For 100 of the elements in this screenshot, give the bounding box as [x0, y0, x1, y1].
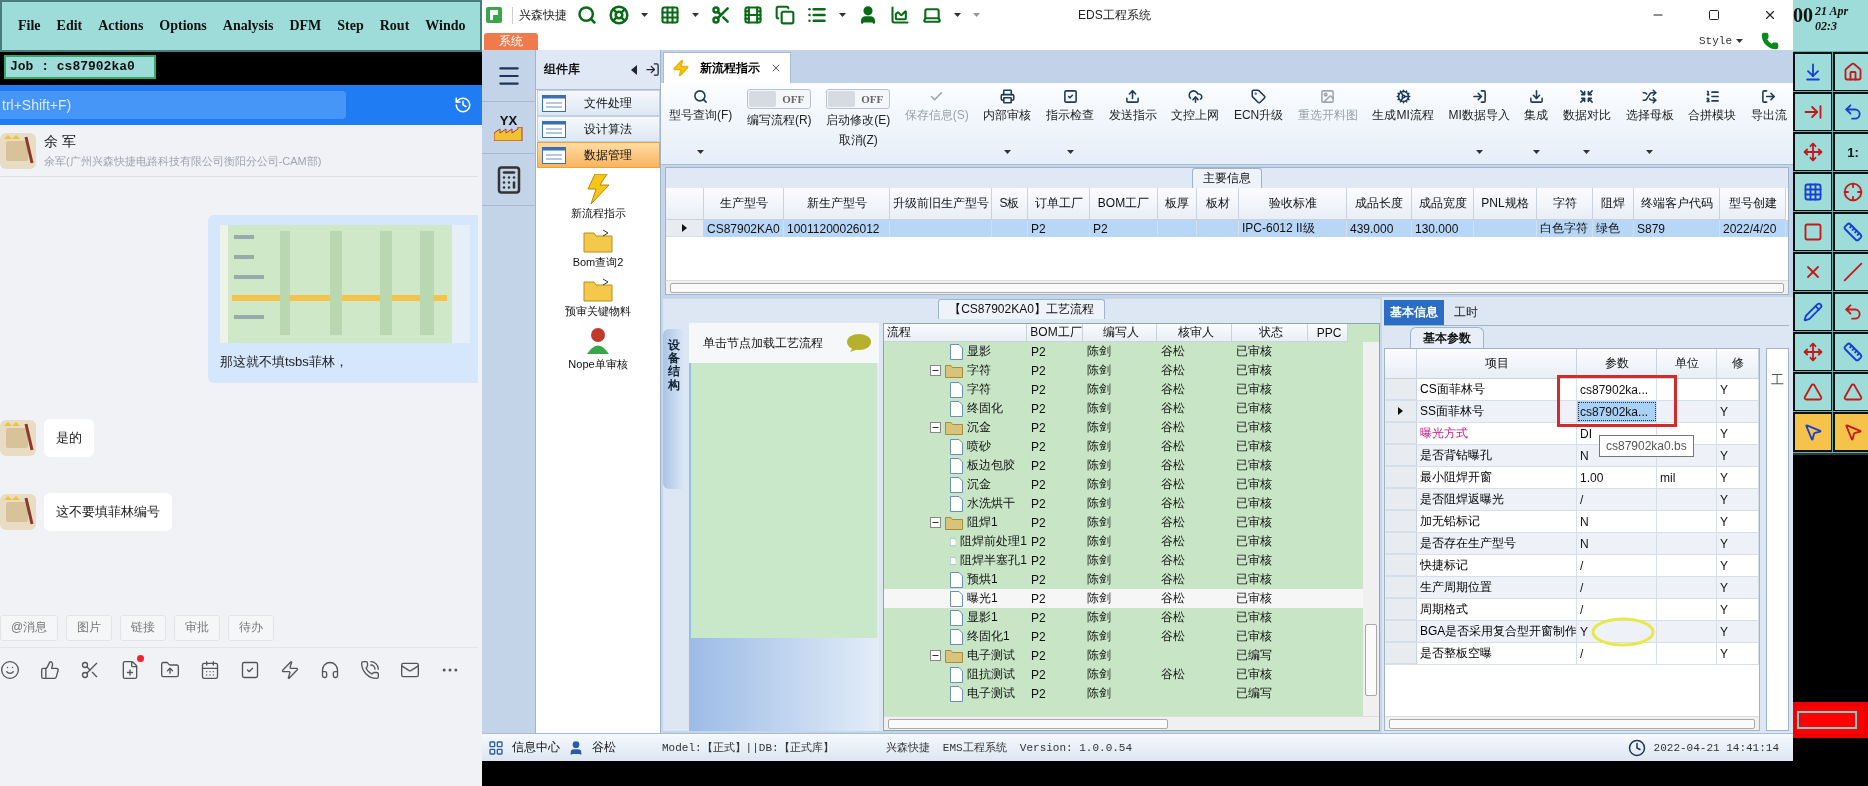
- column-header[interactable]: S板: [992, 188, 1028, 220]
- smile-icon[interactable]: [0, 660, 20, 680]
- tree-row[interactable]: 曝光1 P2 陈剑 谷松 已审核: [884, 589, 1363, 608]
- mail-icon[interactable]: [400, 660, 420, 680]
- scissors-icon[interactable]: [80, 660, 100, 680]
- laptop-icon[interactable]: [922, 5, 942, 25]
- table-cell[interactable]: /: [1577, 555, 1657, 576]
- horizontal-scrollbar[interactable]: [1385, 716, 1759, 730]
- tool-button[interactable]: [1833, 212, 1868, 252]
- table-cell[interactable]: cs87902ka...: [1577, 401, 1657, 422]
- lightning-icon[interactable]: [280, 660, 300, 680]
- menu-item[interactable]: Analysis: [222, 18, 274, 34]
- nav-item[interactable]: 文件处理: [537, 90, 660, 116]
- tool-button[interactable]: [1793, 212, 1833, 252]
- phone-icon[interactable]: [1761, 32, 1779, 50]
- ribbon-button[interactable]: ECN升级: [1229, 87, 1288, 126]
- collapse-icon[interactable]: [930, 365, 941, 376]
- ribbon-button[interactable]: 发送指示: [1104, 87, 1161, 126]
- column-header[interactable]: 订单工厂: [1028, 188, 1090, 220]
- area-chart-icon[interactable]: [890, 5, 910, 25]
- table-cell[interactable]: /: [1577, 599, 1657, 620]
- column-header[interactable]: 板厚: [1158, 188, 1197, 220]
- column-header[interactable]: 修: [1717, 349, 1759, 379]
- column-header[interactable]: 状态: [1232, 324, 1308, 342]
- column-header[interactable]: 升级前旧生产型号: [890, 188, 992, 220]
- tree-row[interactable]: 阻焊前处理1 P2 陈剑 谷松 已审核: [884, 532, 1363, 551]
- nav-item[interactable]: 设计算法: [537, 116, 660, 142]
- tree-row[interactable]: 阻焊半塞孔1 P2 陈剑 谷松 已审核: [884, 551, 1363, 570]
- copy-icon[interactable]: [775, 5, 795, 25]
- checkbox-icon[interactable]: [240, 660, 260, 680]
- quick-chip[interactable]: 审批: [174, 614, 221, 641]
- tree-row[interactable]: 沉金 P2 陈剑 谷松 已审核: [884, 418, 1363, 437]
- table-cell[interactable]: /: [1577, 577, 1657, 598]
- document-tab[interactable]: 新流程指示: [663, 52, 791, 83]
- table-cell[interactable]: N: [1577, 511, 1657, 532]
- nav-item[interactable]: 数据管理: [537, 142, 660, 168]
- column-header[interactable]: 型号创建: [1720, 188, 1786, 220]
- film-icon[interactable]: [743, 5, 763, 25]
- thumbs-up-icon[interactable]: [40, 660, 60, 680]
- tree-row[interactable]: 显影 P2 陈剑 谷松 已审核: [884, 342, 1363, 361]
- column-header[interactable]: BOM工厂: [1090, 188, 1158, 220]
- tool-button[interactable]: [1793, 172, 1833, 212]
- scissors-icon[interactable]: [711, 5, 731, 25]
- headset-icon[interactable]: [320, 660, 340, 680]
- module-logo[interactable]: YX: [481, 102, 536, 154]
- list-icon[interactable]: [807, 5, 827, 25]
- column-header[interactable]: 验收标准: [1239, 188, 1347, 220]
- tree-row[interactable]: 阻焊1 P2 陈剑 谷松 已审核: [884, 513, 1363, 532]
- table-cell[interactable]: Y: [1577, 621, 1657, 642]
- tree-row[interactable]: 电子测试 P2 陈剑 已编写: [884, 684, 1363, 703]
- tool-button[interactable]: [1833, 332, 1868, 372]
- ribbon-button[interactable]: 型号查询(F): [665, 87, 737, 159]
- ribbon-button[interactable]: 数据对比: [1558, 87, 1615, 159]
- grid-icon[interactable]: [488, 739, 504, 756]
- tree-row[interactable]: 板边包胶 P2 陈剑 谷松 已审核: [884, 456, 1363, 475]
- calendar-icon[interactable]: [200, 660, 220, 680]
- tool-button[interactable]: [1793, 52, 1833, 92]
- table-icon[interactable]: [660, 5, 680, 25]
- menu-item[interactable]: Actions: [98, 18, 144, 34]
- tree-row[interactable]: 阻抗测试 P2 陈剑 谷松 已审核: [884, 665, 1363, 684]
- menu-item[interactable]: Step: [337, 18, 364, 34]
- column-header[interactable]: 生产型号: [704, 188, 784, 220]
- collapse-icon[interactable]: [930, 422, 941, 433]
- tab[interactable]: 基本信息: [1384, 300, 1444, 325]
- tool-button[interactable]: [1793, 252, 1833, 292]
- lifebuoy-icon[interactable]: [609, 5, 629, 25]
- ribbon-button[interactable]: 内部审核: [979, 87, 1036, 159]
- menu-item[interactable]: Options: [159, 18, 207, 34]
- column-header[interactable]: 单位: [1657, 349, 1717, 379]
- tree-row[interactable]: 字符 P2 陈剑 谷松 已审核: [884, 380, 1363, 399]
- vertical-scrollbar[interactable]: [1363, 342, 1379, 716]
- column-header[interactable]: 字符: [1537, 188, 1593, 220]
- sub-tab[interactable]: 基本参数: [1410, 327, 1484, 348]
- table-cell[interactable]: N: [1577, 533, 1657, 554]
- horizontal-scrollbar[interactable]: [884, 716, 1379, 730]
- quick-chip[interactable]: 链接: [120, 614, 167, 641]
- tool-button[interactable]: [1833, 412, 1868, 452]
- toggle-switch[interactable]: OFF: [747, 89, 812, 109]
- ribbon-button[interactable]: MI数据导入: [1444, 87, 1514, 159]
- launcher[interactable]: Nope单审核: [568, 327, 628, 372]
- tree-row[interactable]: 终固化 P2 陈剑 谷松 已审核: [884, 399, 1363, 418]
- quick-chip[interactable]: @消息: [0, 614, 59, 641]
- menu-item[interactable]: Rout: [379, 18, 410, 34]
- tab[interactable]: 工时: [1448, 300, 1484, 325]
- tool-button[interactable]: [1793, 332, 1833, 372]
- tree-row[interactable]: 显影1 P2 陈剑 谷松 已审核: [884, 608, 1363, 627]
- status-text[interactable]: 信息中心: [512, 739, 560, 756]
- side-tab[interactable]: 设备结构: [663, 329, 685, 489]
- dock-icon[interactable]: [645, 62, 660, 77]
- menu-item[interactable]: File: [18, 18, 41, 34]
- column-header[interactable]: 终端客户代码: [1634, 188, 1720, 220]
- column-header[interactable]: 阻焊: [1593, 188, 1634, 220]
- tool-button[interactable]: [1833, 292, 1868, 332]
- menu-item[interactable]: DFM: [289, 18, 322, 34]
- collapse-icon[interactable]: [930, 517, 941, 528]
- launcher[interactable]: 预审关键物料: [565, 278, 631, 319]
- table-row[interactable]: CS87902KA0 10011200026012 P2 P2 IPC-6012 II级 439.000 130.000 白色字符 绿色 S879 2022/4/20: [666, 220, 1788, 237]
- column-header[interactable]: 新生产型号: [784, 188, 890, 220]
- search-field[interactable]: trl+Shift+F): [0, 91, 346, 119]
- tool-button[interactable]: [1793, 132, 1833, 172]
